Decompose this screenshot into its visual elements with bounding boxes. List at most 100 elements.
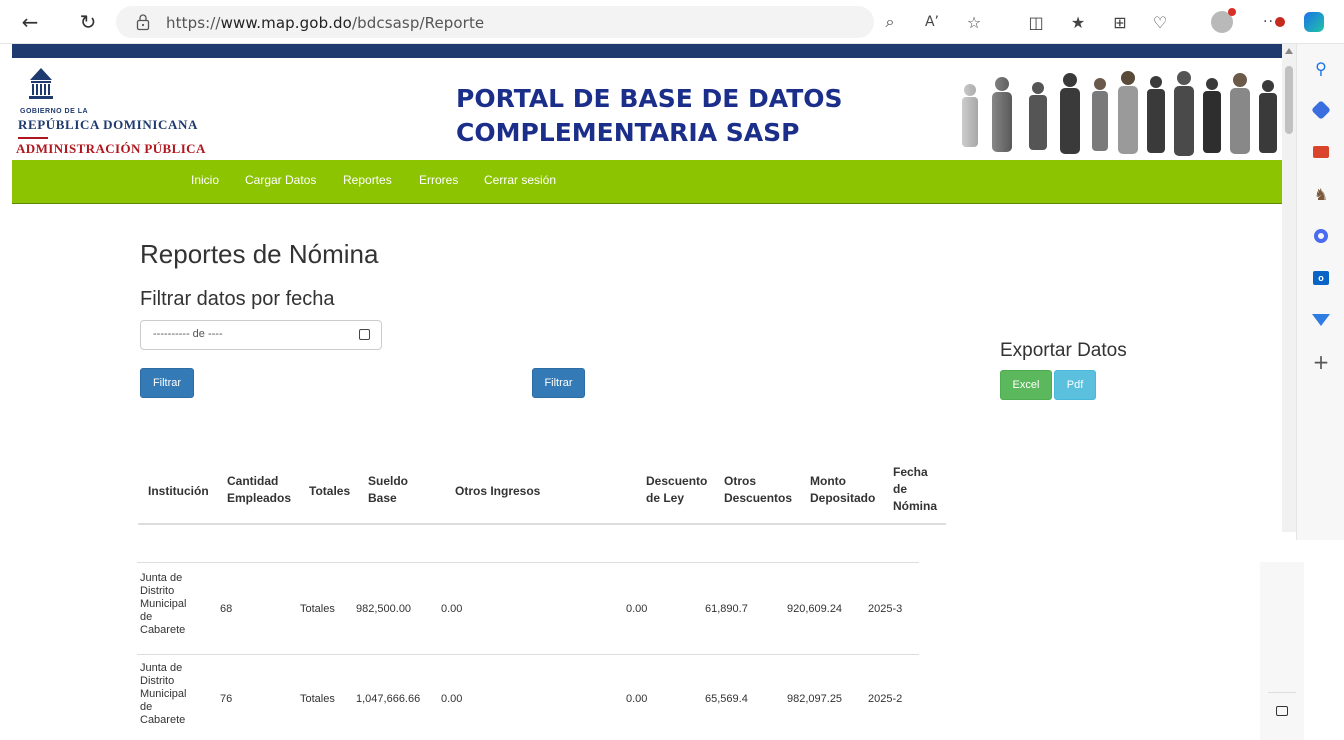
browser-essentials-icon[interactable]: ♡ [1148, 10, 1172, 34]
page-viewport: GOBIERNO DE LA REPÚBLICA DOMINICANA ADMI… [12, 44, 1282, 532]
table-body-section: Junta de Distrito Municipal de Cabarete … [0, 540, 1344, 740]
cell-institucion: Junta de Distrito Municipal de Cabarete [140, 662, 186, 727]
read-aloud-icon[interactable]: A’ [920, 10, 944, 34]
scrollbar-thumb[interactable] [1285, 66, 1293, 134]
filter-button[interactable]: Filtrar [140, 368, 194, 398]
refresh-icon[interactable]: ↻ [74, 8, 102, 36]
cell-fecha: 2025-2 [868, 693, 903, 705]
cell-otros-descuentos: 61,890.7 [705, 603, 748, 615]
header-cantidad-empleados: Cantidad Empleados [227, 473, 291, 507]
header-monto-line2: Depositado [810, 491, 876, 505]
outlook-icon[interactable]: o [1309, 266, 1333, 290]
header-otros-desc-line1: Otros [724, 474, 757, 488]
header-descuento-line2: de Ley [646, 491, 685, 505]
filter-title: Filtrar datos por fecha [140, 288, 335, 310]
cell-inst-line: Cabarete [140, 714, 186, 726]
url-domain: www.map.gob.do [220, 14, 352, 32]
send-drop-icon[interactable] [1309, 308, 1333, 332]
main-navbar: Inicio Cargar Datos Reportes Errores Cer… [12, 160, 1282, 204]
nav-cargar-datos[interactable]: Cargar Datos [245, 173, 316, 187]
header-descuento-line1: Descuento [646, 474, 708, 488]
header-monto-line1: Monto [810, 474, 846, 488]
address-bar[interactable]: https://www.map.gob.do/bdcsasp/Reporte [116, 6, 874, 38]
microsoft365-icon[interactable] [1309, 224, 1333, 248]
split-screen-icon[interactable]: ◫ [1024, 10, 1048, 34]
nav-errores[interactable]: Errores [419, 173, 458, 187]
cell-otros-descuentos: 65,569.4 [705, 693, 748, 705]
cell-descuento: 0.00 [626, 693, 648, 705]
url-text[interactable]: https://www.map.gob.do/bdcsasp/Reporte [166, 14, 484, 32]
filter-button-secondary[interactable]: Filtrar [532, 368, 585, 398]
header-sueldo-line1: Sueldo [368, 474, 409, 488]
table-header-divider [138, 523, 946, 525]
cell-inst-line: Cabarete [140, 624, 186, 636]
row-divider [137, 654, 919, 655]
header-fecha-line3: Nómina [893, 499, 938, 513]
excel-export-button[interactable]: Excel [1000, 370, 1052, 400]
copilot-icon[interactable] [1302, 10, 1326, 34]
cell-otros-ingresos: 0.00 [441, 603, 463, 615]
back-icon[interactable]: ← [16, 8, 44, 36]
cell-inst-line: Junta de [140, 572, 183, 584]
cell-inst-line: de [140, 611, 153, 623]
header-sueldo-line2: Base [368, 491, 397, 505]
profile-avatar-icon[interactable] [1210, 8, 1236, 34]
zoom-icon[interactable]: ⌕ [878, 10, 902, 34]
sidebar-divider [1268, 692, 1296, 693]
header-fecha-nomina: Fecha de Nómina [893, 464, 937, 515]
header-people-image [940, 62, 1282, 160]
nav-inicio[interactable]: Inicio [191, 173, 219, 187]
export-title: Exportar Datos [1000, 340, 1127, 361]
month-date-input[interactable]: ---------- de ---- [140, 320, 382, 350]
logo-administracion: ADMINISTRACIÓN PÚBLICA [16, 141, 206, 156]
page-title: Reportes de Nómina [140, 239, 379, 269]
hide-sidebar-icon[interactable] [1276, 706, 1288, 716]
page-scrollbar[interactable] [1282, 44, 1296, 532]
tools-briefcase-icon[interactable] [1309, 140, 1333, 164]
lock-icon[interactable] [136, 13, 150, 31]
edge-sidebar-lower [1260, 562, 1304, 740]
add-sidebar-icon[interactable]: + [1309, 350, 1333, 374]
url-prefix: https:// [166, 14, 221, 32]
cell-monto: 920,609.24 [787, 603, 843, 615]
header-otros-desc-line2: Descuentos [724, 491, 793, 505]
cell-institucion: Junta de Distrito Municipal de Cabarete [140, 572, 186, 637]
more-options-icon[interactable]: ·· [1262, 10, 1286, 34]
calendar-icon[interactable] [359, 329, 370, 340]
cell-inst-line: Municipal [140, 688, 187, 700]
favorite-star-icon[interactable]: ☆ [962, 10, 986, 34]
favorites-icon[interactable]: ★ [1066, 10, 1090, 34]
header-fecha-line2: de [893, 482, 908, 496]
government-seal-icon [29, 68, 53, 99]
logo-gobierno: GOBIERNO DE LA [20, 108, 89, 115]
nav-reportes[interactable]: Reportes [343, 173, 392, 187]
search-icon[interactable]: ⚲ [1309, 56, 1333, 80]
portal-title-line2: COMPLEMENTARIA SASP [456, 118, 800, 147]
scroll-up-arrow-icon[interactable] [1285, 48, 1293, 54]
portal-title-line1: PORTAL DE BASE DE DATOS [456, 84, 843, 113]
date-placeholder: ---------- de ---- [153, 328, 223, 340]
top-blue-strip [12, 44, 1282, 58]
cell-cantidad: 68 [220, 603, 233, 615]
cell-inst-line: Distrito [140, 585, 175, 597]
portal-title: PORTAL DE BASE DE DATOS COMPLEMENTARIA S… [456, 82, 843, 150]
logo-divider [18, 137, 48, 139]
header-institucion: Institución [148, 484, 209, 498]
nav-cerrar-sesion[interactable]: Cerrar sesión [484, 173, 556, 187]
shopping-tag-icon[interactable] [1309, 98, 1333, 122]
header-sueldo-base: Sueldo Base [368, 473, 408, 507]
cell-cantidad: 76 [220, 693, 233, 705]
header-monto-depositado: Monto Depositado [810, 473, 875, 507]
row-divider-top [137, 562, 919, 563]
collections-icon[interactable]: ⊞ [1108, 10, 1132, 34]
cell-inst-line: Junta de [140, 662, 183, 674]
header-otros-descuentos: Otros Descuentos [724, 473, 792, 507]
header-cantidad-line1: Cantidad [227, 474, 279, 488]
header-otros-ingresos: Otros Ingresos [455, 484, 541, 498]
cell-totales: Totales [300, 693, 335, 705]
browser-toolbar: ← ↻ https://www.map.gob.do/bdcsasp/Repor… [0, 0, 1344, 44]
header-totales: Totales [309, 484, 351, 498]
pdf-export-button[interactable]: Pdf [1054, 370, 1096, 400]
games-icon[interactable]: ♞ [1309, 182, 1333, 206]
cell-fecha: 2025-3 [868, 603, 903, 615]
